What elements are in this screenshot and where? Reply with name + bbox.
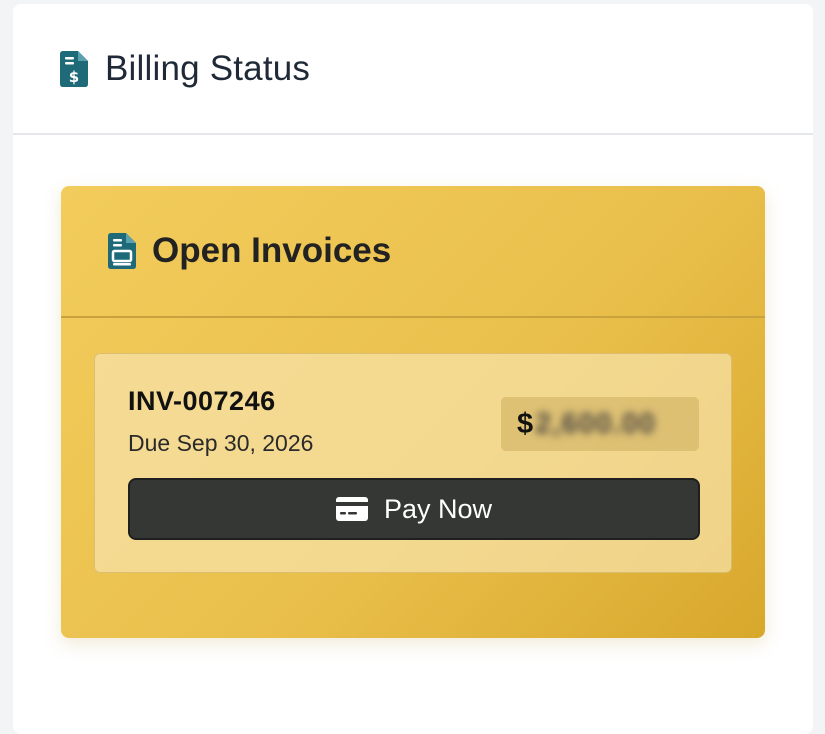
- svg-text:$: $: [69, 68, 79, 86]
- panel-title: Open Invoices: [152, 231, 392, 270]
- invoice-amount-value: 2,600.00: [535, 407, 657, 440]
- file-invoice-dollar-icon: $: [60, 50, 88, 87]
- invoice-amount: $ 2,600.00: [501, 397, 699, 451]
- invoice-number: INV-007246: [128, 386, 276, 416]
- billing-status-card: $ Billing Status Open Invoices INV-00724…: [13, 4, 813, 734]
- card-header: $ Billing Status: [13, 4, 813, 135]
- panel-header: Open Invoices: [61, 186, 765, 318]
- open-invoices-panel: Open Invoices INV-007246 Due Sep 30, 202…: [61, 186, 765, 638]
- page-title: Billing Status: [105, 48, 311, 88]
- invoice-due-date: Due Sep 30, 2026: [128, 430, 314, 456]
- credit-card-icon: [335, 497, 368, 521]
- pay-now-button[interactable]: Pay Now: [128, 478, 700, 540]
- invoice-item: INV-007246 Due Sep 30, 2026 $ 2,600.00 P…: [94, 353, 732, 573]
- invoice-currency-symbol: $: [517, 407, 534, 440]
- pay-now-label: Pay Now: [383, 493, 493, 524]
- file-invoice-icon: [108, 233, 136, 269]
